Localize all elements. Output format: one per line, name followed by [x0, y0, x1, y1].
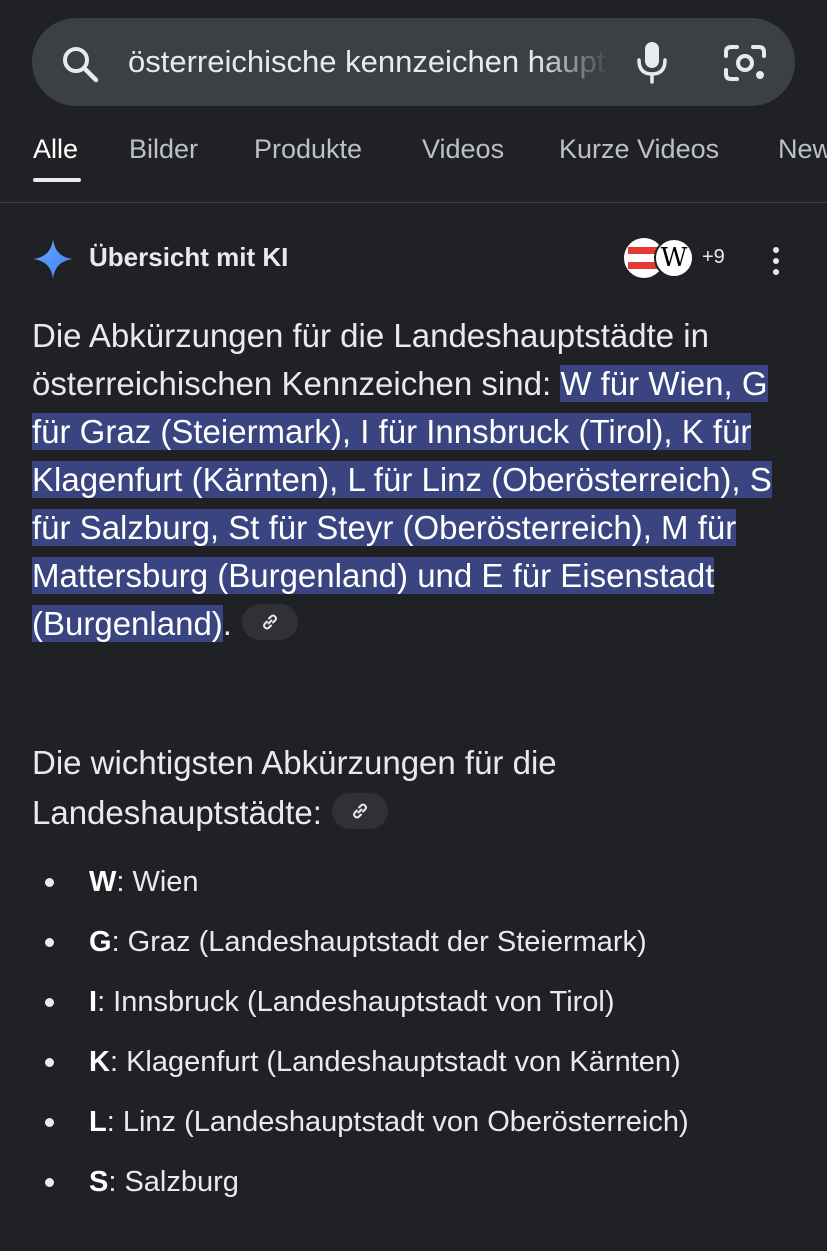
search-icon[interactable] — [60, 44, 100, 84]
list-item: S: Salzburg — [32, 1152, 812, 1212]
source-count[interactable]: +9 — [702, 246, 725, 269]
bullet-dot — [45, 1058, 54, 1067]
link-icon — [262, 614, 277, 630]
ai-overview-header: Übersicht mit KI W +9 — [32, 234, 792, 284]
camera-lens-icon[interactable] — [722, 42, 768, 84]
list-item-text: : Innsbruck (Landeshauptstadt von Tirol) — [97, 986, 615, 1018]
list-item-code: S — [89, 1166, 109, 1198]
tab-bilder[interactable]: Bilder — [129, 134, 198, 165]
ai-overview-text: Die Abkürzungen für die Landeshauptstädt… — [32, 312, 802, 648]
source-link-button[interactable] — [241, 604, 298, 641]
list-item-code: K — [89, 1046, 110, 1078]
divider — [0, 202, 827, 203]
source-link-button[interactable] — [331, 793, 388, 830]
list-item: K: Klagenfurt (Landeshauptstadt von Kärn… — [32, 1032, 812, 1092]
list-item-code: W — [89, 866, 117, 898]
ai-sparkle-icon — [33, 239, 73, 279]
source-icons[interactable]: W +9 — [624, 236, 734, 282]
intro-end: . — [222, 605, 232, 642]
wikipedia-icon[interactable]: W — [654, 238, 694, 278]
list-item-text: : Salzburg — [108, 1166, 239, 1198]
highlighted-text: W für Wien, G für Graz (Steiermark), I f… — [32, 365, 772, 642]
section-heading: Die wichtigsten Abkürzungen für die Land… — [32, 738, 792, 838]
bullet-dot — [45, 1178, 54, 1187]
tab-alle[interactable]: Alle — [33, 134, 78, 165]
search-tabs: Alle Bilder Produkte Videos Kurze Videos… — [0, 118, 827, 202]
bullet-dot — [45, 938, 54, 947]
tab-produkte[interactable]: Produkte — [254, 134, 362, 165]
active-tab-indicator — [33, 178, 81, 182]
list-item-text: : Linz (Landeshauptstadt von Oberösterre… — [106, 1106, 689, 1138]
list-item-code: L — [89, 1106, 107, 1138]
tab-kurze-videos[interactable]: Kurze Videos — [559, 134, 719, 165]
list-item: I: Innsbruck (Landeshauptstadt von Tirol… — [32, 972, 812, 1032]
abbreviation-list: W: Wien G: Graz (Landeshauptstadt der St… — [32, 852, 812, 1212]
list-item: L: Linz (Landeshauptstadt von Oberösterr… — [32, 1092, 812, 1152]
list-item: G: Graz (Landeshauptstadt der Steiermark… — [32, 912, 812, 972]
ai-overview-title: Übersicht mit KI — [89, 242, 289, 272]
list-item-text: : Klagenfurt (Landeshauptstadt von Kärnt… — [109, 1046, 681, 1078]
search-bar[interactable]: österreichische kennzeichen hauptstädte — [32, 18, 795, 106]
bullet-dot — [45, 1118, 54, 1127]
list-item-text: : Wien — [116, 866, 199, 898]
tab-news[interactable]: News — [778, 134, 827, 165]
bullet-dot — [45, 878, 54, 887]
search-input[interactable]: österreichische kennzeichen hauptstädte — [128, 18, 610, 106]
microphone-icon[interactable] — [632, 40, 672, 84]
link-icon — [352, 803, 367, 819]
section-heading-text: Die wichtigsten Abkürzungen für die Land… — [32, 744, 557, 831]
list-item-text: : Graz (Landeshauptstadt der Steiermark) — [111, 926, 647, 958]
list-item: W: Wien — [32, 852, 812, 912]
tab-videos[interactable]: Videos — [422, 134, 504, 165]
list-item-code: G — [89, 926, 112, 958]
bullet-dot — [45, 998, 54, 1007]
list-item-code: I — [89, 986, 98, 1018]
more-options-icon[interactable] — [772, 246, 780, 276]
